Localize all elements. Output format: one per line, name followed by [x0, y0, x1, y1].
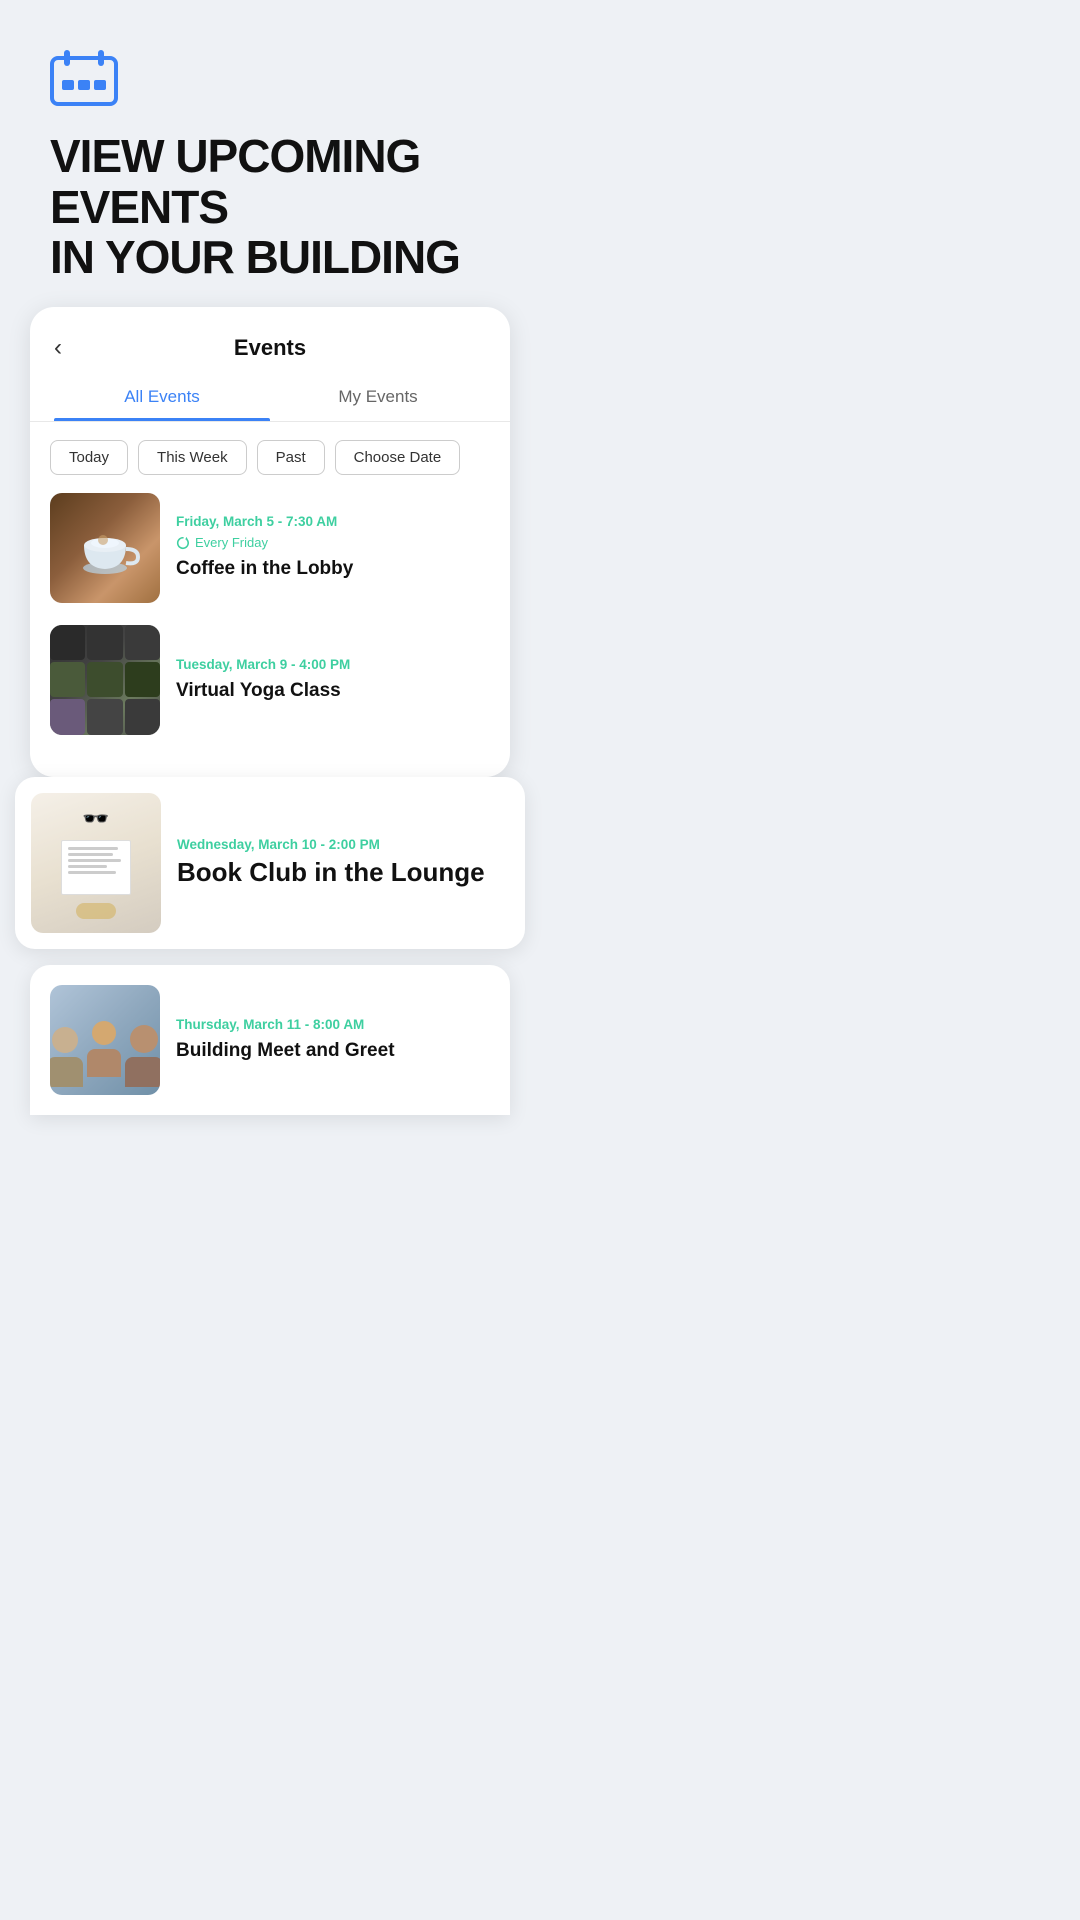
featured-event-card[interactable]: 🕶️ Wednesday, March 10 - 2:00 PM Book Cl…: [15, 777, 525, 949]
event-name-meet-greet: Building Meet and Greet: [176, 1040, 490, 1063]
calendar-icon: [50, 48, 118, 106]
card-header: ‹ Events: [30, 307, 510, 377]
event-name-coffee: Coffee in the Lobby: [176, 558, 490, 581]
event-date-meet-greet: Thursday, March 11 - 8:00 AM: [176, 1017, 490, 1032]
filter-row: Today This Week Past Choose Date: [30, 422, 510, 493]
events-list: Friday, March 5 - 7:30 AM Every Friday C…: [30, 493, 510, 777]
app-card: ‹ Events All Events My Events Today This…: [30, 307, 510, 777]
event-name-yoga: Virtual Yoga Class: [176, 680, 490, 703]
card-title: Events: [234, 335, 306, 361]
event-info-yoga: Tuesday, March 9 - 4:00 PM Virtual Yoga …: [176, 625, 490, 735]
event-image-yoga: [50, 625, 160, 735]
event-item-yoga[interactable]: Tuesday, March 9 - 4:00 PM Virtual Yoga …: [50, 625, 490, 735]
filter-this-week[interactable]: This Week: [138, 440, 247, 475]
hero-title: VIEW UPCOMING EVENTS IN YOUR BUILDING: [50, 131, 490, 283]
event-date-yoga: Tuesday, March 9 - 4:00 PM: [176, 657, 490, 672]
filter-past[interactable]: Past: [257, 440, 325, 475]
event-date-coffee: Friday, March 5 - 7:30 AM: [176, 514, 490, 529]
back-button[interactable]: ‹: [54, 336, 62, 360]
event-name-book-club: Book Club in the Lounge: [177, 858, 509, 888]
event-info-meet-greet: Thursday, March 11 - 8:00 AM Building Me…: [176, 985, 490, 1095]
book-visual: 🕶️: [31, 793, 161, 933]
tab-all-events[interactable]: All Events: [54, 377, 270, 421]
filter-today[interactable]: Today: [50, 440, 128, 475]
glasses-icon: 🕶️: [82, 806, 109, 832]
tabs-row: All Events My Events: [30, 377, 510, 422]
event-item-book-club[interactable]: 🕶️ Wednesday, March 10 - 2:00 PM Book Cl…: [15, 777, 525, 949]
event-image-coffee: [50, 493, 160, 603]
yoga-mats-visual: [50, 625, 160, 735]
hero-section: VIEW UPCOMING EVENTS IN YOUR BUILDING: [0, 0, 540, 307]
event-recurrence-coffee: Every Friday: [176, 535, 490, 550]
event-item-coffee[interactable]: Friday, March 5 - 7:30 AM Every Friday C…: [50, 493, 490, 603]
event-item-meet-greet[interactable]: Thursday, March 11 - 8:00 AM Building Me…: [50, 985, 490, 1095]
tab-my-events[interactable]: My Events: [270, 377, 486, 421]
event-image-book-club: 🕶️: [31, 793, 161, 933]
event-date-book-club: Wednesday, March 10 - 2:00 PM: [177, 837, 509, 852]
people-visual: [50, 985, 160, 1095]
event-info-book-club: Wednesday, March 10 - 2:00 PM Book Club …: [177, 793, 509, 933]
filter-choose-date[interactable]: Choose Date: [335, 440, 461, 475]
recurrence-icon: [176, 536, 190, 550]
event-image-meet-greet: [50, 985, 160, 1095]
bottom-event-card[interactable]: Thursday, March 11 - 8:00 AM Building Me…: [30, 965, 510, 1115]
event-info-coffee: Friday, March 5 - 7:30 AM Every Friday C…: [176, 493, 490, 603]
book-page: [61, 840, 131, 895]
